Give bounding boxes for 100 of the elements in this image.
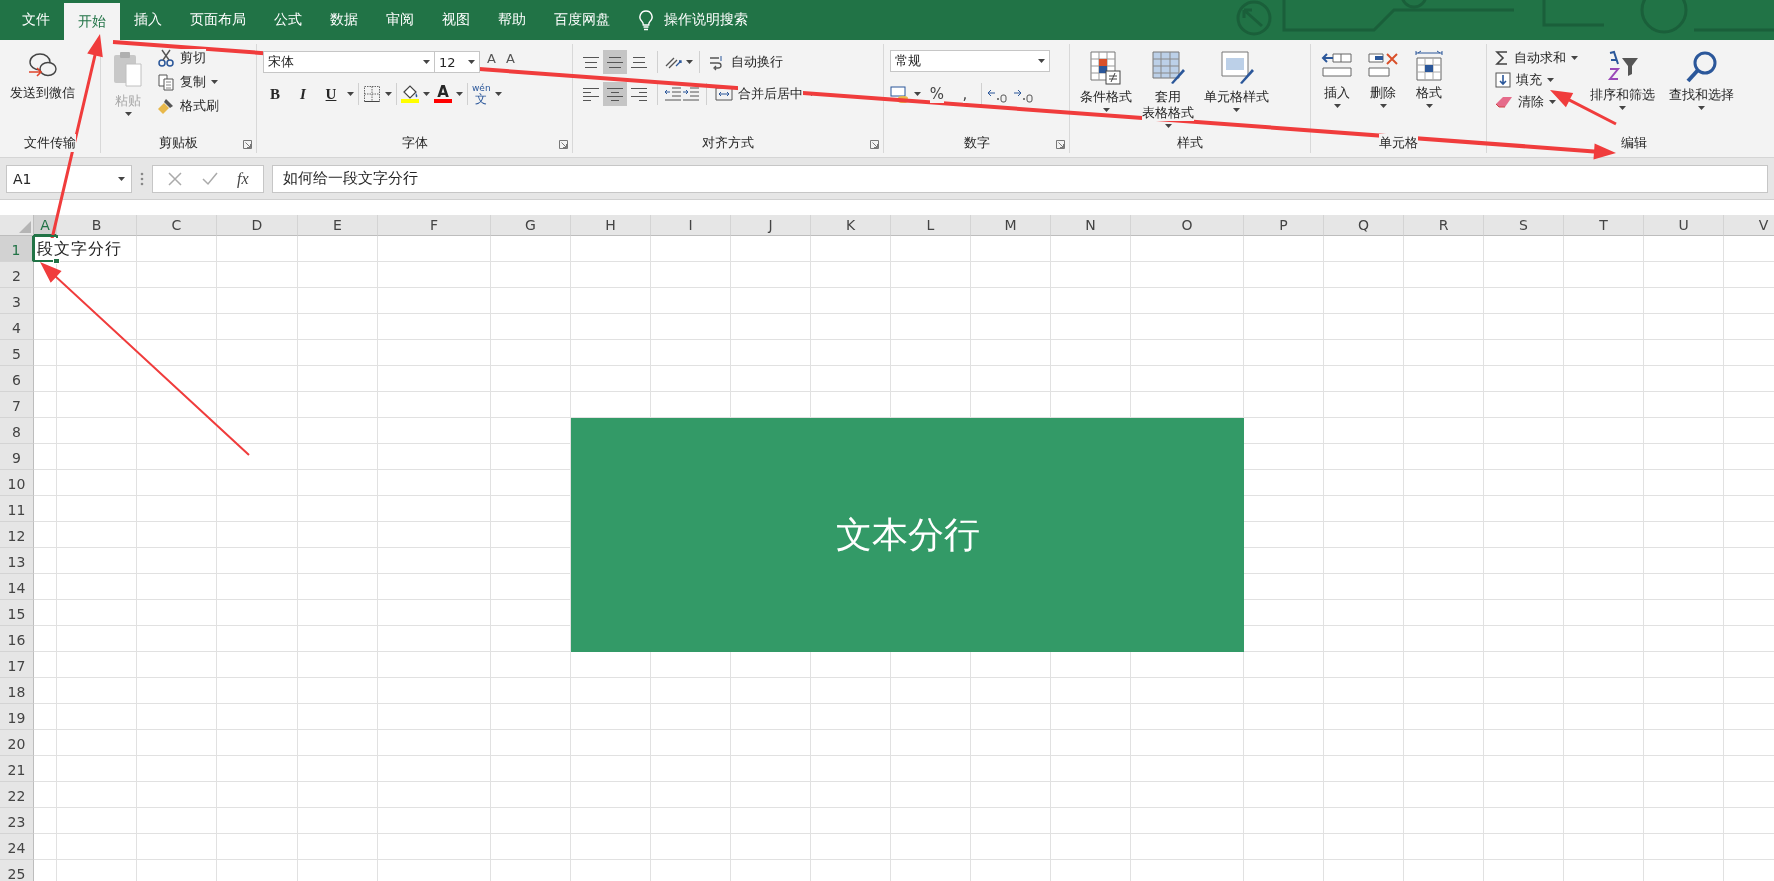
column-header[interactable]: C xyxy=(137,215,217,236)
text-shape[interactable]: 文本分行 xyxy=(571,418,1244,652)
format-button[interactable]: 格式 xyxy=(1409,48,1449,110)
dropdown-arrow-icon xyxy=(914,92,921,96)
row-header[interactable]: 12 xyxy=(0,522,34,548)
column-header[interactable]: U xyxy=(1644,215,1724,236)
column-header[interactable]: D xyxy=(217,215,298,236)
ribbon-tab[interactable]: 视图 xyxy=(428,0,484,40)
bold-button[interactable]: B xyxy=(263,82,287,106)
row-header[interactable]: 3 xyxy=(0,288,34,314)
row-header[interactable]: 9 xyxy=(0,444,34,470)
formula-field[interactable]: 如何给一段文字分行 xyxy=(271,164,1768,193)
comma-style-button[interactable]: , xyxy=(953,82,977,106)
row-header[interactable]: 18 xyxy=(0,678,34,704)
row-header[interactable]: 17 xyxy=(0,652,34,678)
row-header[interactable]: 10 xyxy=(0,470,34,496)
increase-font-size-button[interactable]: A xyxy=(484,52,499,66)
lightbulb-icon xyxy=(638,9,654,31)
column-header[interactable]: P xyxy=(1244,215,1324,236)
column-header[interactable]: L xyxy=(891,215,971,236)
row-header[interactable]: 5 xyxy=(0,340,34,366)
number-format-field[interactable]: 常规 xyxy=(890,50,1050,72)
find-select-button[interactable]: 查找和选择 xyxy=(1665,48,1738,112)
row-header[interactable]: 6 xyxy=(0,366,34,392)
font-size-field[interactable]: 12 xyxy=(434,51,480,73)
column-header[interactable]: G xyxy=(491,215,571,236)
column-header[interactable]: M xyxy=(971,215,1051,236)
column-header[interactable]: T xyxy=(1564,215,1644,236)
name-box[interactable]: A1 xyxy=(6,164,132,193)
ribbon-tab[interactable]: 文件 xyxy=(8,0,64,40)
fill-color-button[interactable] xyxy=(401,85,419,103)
lines-icon xyxy=(607,87,623,101)
column-header[interactable]: K xyxy=(811,215,891,236)
ribbon-tab[interactable]: 开始 xyxy=(64,3,120,40)
dialog-launcher-icon xyxy=(870,140,879,149)
column-header[interactable]: B xyxy=(57,215,137,236)
ribbon-tab[interactable]: 公式 xyxy=(260,0,316,40)
row-header[interactable]: 8 xyxy=(0,418,34,444)
row-header[interactable]: 21 xyxy=(0,756,34,782)
column-header[interactable]: N xyxy=(1051,215,1131,236)
row-header[interactable]: 20 xyxy=(0,730,34,756)
cut-button[interactable]: 剪切 xyxy=(155,48,221,68)
format-as-table-button[interactable]: 套用 表格格式 xyxy=(1138,48,1198,130)
cell-styles-button[interactable]: 单元格样式 xyxy=(1200,48,1273,114)
row-header[interactable]: 4 xyxy=(0,314,34,340)
column-header[interactable]: F xyxy=(378,215,491,236)
ribbon-tab[interactable]: 数据 xyxy=(316,0,372,40)
middle-align-button[interactable] xyxy=(603,50,627,74)
column-header[interactable]: J xyxy=(731,215,811,236)
insert-button[interactable]: 插入 xyxy=(1317,48,1357,110)
italic-button[interactable]: I xyxy=(291,82,315,106)
column-header[interactable]: S xyxy=(1484,215,1564,236)
ribbon-tab[interactable]: 页面布局 xyxy=(176,0,260,40)
conditional-formatting-button[interactable]: 条件格式 xyxy=(1076,48,1136,114)
column-header[interactable]: I xyxy=(651,215,731,236)
dropdown-arrow-icon xyxy=(211,80,218,84)
row-header[interactable]: 15 xyxy=(0,600,34,626)
column-header[interactable]: Q xyxy=(1324,215,1404,236)
column-header[interactable]: V xyxy=(1724,215,1774,236)
fill-down-icon xyxy=(1495,72,1511,88)
row-header[interactable]: 1 xyxy=(0,236,34,262)
copy-button[interactable]: 复制 xyxy=(155,72,221,92)
center-button[interactable] xyxy=(603,82,627,106)
row-header[interactable]: 23 xyxy=(0,808,34,834)
dropdown-arrow-icon xyxy=(423,60,430,64)
row-header[interactable]: 25 xyxy=(0,860,34,881)
underline-button[interactable]: U xyxy=(319,82,343,106)
group-label: 剪贴板 xyxy=(159,134,198,152)
ribbon-tab[interactable]: 审阅 xyxy=(372,0,428,40)
row-header[interactable]: 22 xyxy=(0,782,34,808)
delete-button[interactable]: 删除 xyxy=(1363,48,1403,110)
dropdown-arrow-icon xyxy=(1102,108,1110,112)
select-all-icon xyxy=(19,221,31,233)
dropdown-arrow-icon xyxy=(468,60,475,64)
sum-icon xyxy=(1495,50,1509,66)
clear-button[interactable]: 清除 xyxy=(1493,92,1580,112)
row-header[interactable]: 16 xyxy=(0,626,34,652)
send-to-wechat-button[interactable]: 发送到微信 xyxy=(6,48,79,103)
phonetic-guide-button[interactable]: wén 文 xyxy=(472,82,491,106)
column-header[interactable]: E xyxy=(298,215,378,236)
row-header[interactable]: 24 xyxy=(0,834,34,860)
ribbon-tab[interactable]: 百度网盘 xyxy=(540,0,624,40)
ribbon-tab[interactable]: 插入 xyxy=(120,0,176,40)
row-header[interactable]: 7 xyxy=(0,392,34,418)
fill-button[interactable]: 填充 xyxy=(1493,70,1580,90)
row-header[interactable]: 13 xyxy=(0,548,34,574)
row-header[interactable]: 14 xyxy=(0,574,34,600)
column-header[interactable]: O xyxy=(1131,215,1244,236)
column-header[interactable]: H xyxy=(571,215,651,236)
insert-function-button[interactable]: fx xyxy=(237,169,249,188)
sort-filter-button[interactable]: 排序和筛选 xyxy=(1586,48,1659,112)
dropdown-arrow-icon xyxy=(118,176,125,181)
row-header[interactable]: 19 xyxy=(0,704,34,730)
tell-me-search[interactable]: 操作说明搜索 xyxy=(664,11,748,29)
group-label: 文件传输 xyxy=(24,134,76,152)
font-name-field[interactable]: 宋体 xyxy=(263,51,435,73)
row-header[interactable]: 2 xyxy=(0,262,34,288)
row-header[interactable]: 11 xyxy=(0,496,34,522)
ribbon-tab[interactable]: 帮助 xyxy=(484,0,540,40)
column-header[interactable]: R xyxy=(1404,215,1484,236)
